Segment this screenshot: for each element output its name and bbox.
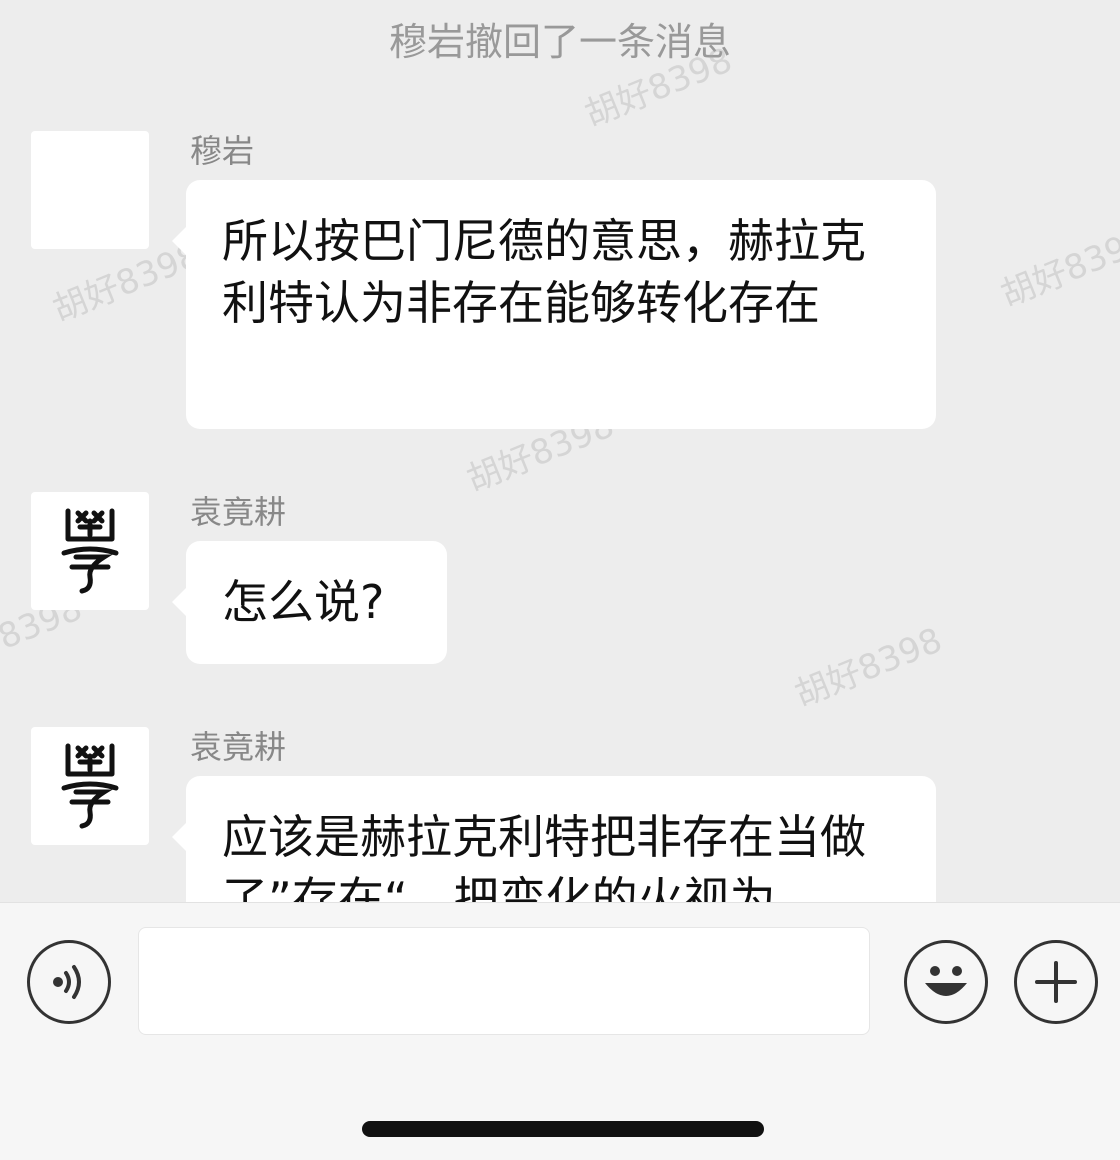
emoji-button[interactable] [904,940,988,1024]
avatar[interactable] [31,131,149,249]
seal-script-icon [61,508,119,594]
sender-name: 袁竟耕 [190,728,287,766]
watermark: 胡好8398 [995,220,1120,316]
plus-icon [1035,961,1077,1003]
sender-name: 袁竟耕 [190,493,287,531]
input-bar [0,902,1120,1160]
message-input[interactable] [138,927,870,1035]
message-bubble[interactable]: 所以按巴门尼德的意思，赫拉克利特认为非存在能够转化存在 [172,180,936,429]
home-indicator[interactable] [362,1121,764,1137]
sender-name: 穆岩 [190,132,255,170]
emoji-icon [925,966,967,996]
recall-notice: 穆岩撤回了一条消息 [388,20,731,64]
watermark: 胡好8398 [789,620,948,716]
seal-script-icon [61,743,119,829]
avatar[interactable] [31,727,149,845]
message-bubble[interactable]: 应该是赫拉克利特把非存在当做了”存在“，把变化的火视为 [172,776,936,902]
chat-area[interactable]: 穆岩撤回了一条消息 胡好8398 胡好8398 胡好8398 胡好8398 胡好… [0,0,1120,902]
more-button[interactable] [1014,940,1098,1024]
avatar[interactable] [31,492,149,610]
voice-icon [53,965,81,999]
message-bubble[interactable]: 怎么说? [172,541,447,664]
voice-button[interactable] [27,940,111,1024]
